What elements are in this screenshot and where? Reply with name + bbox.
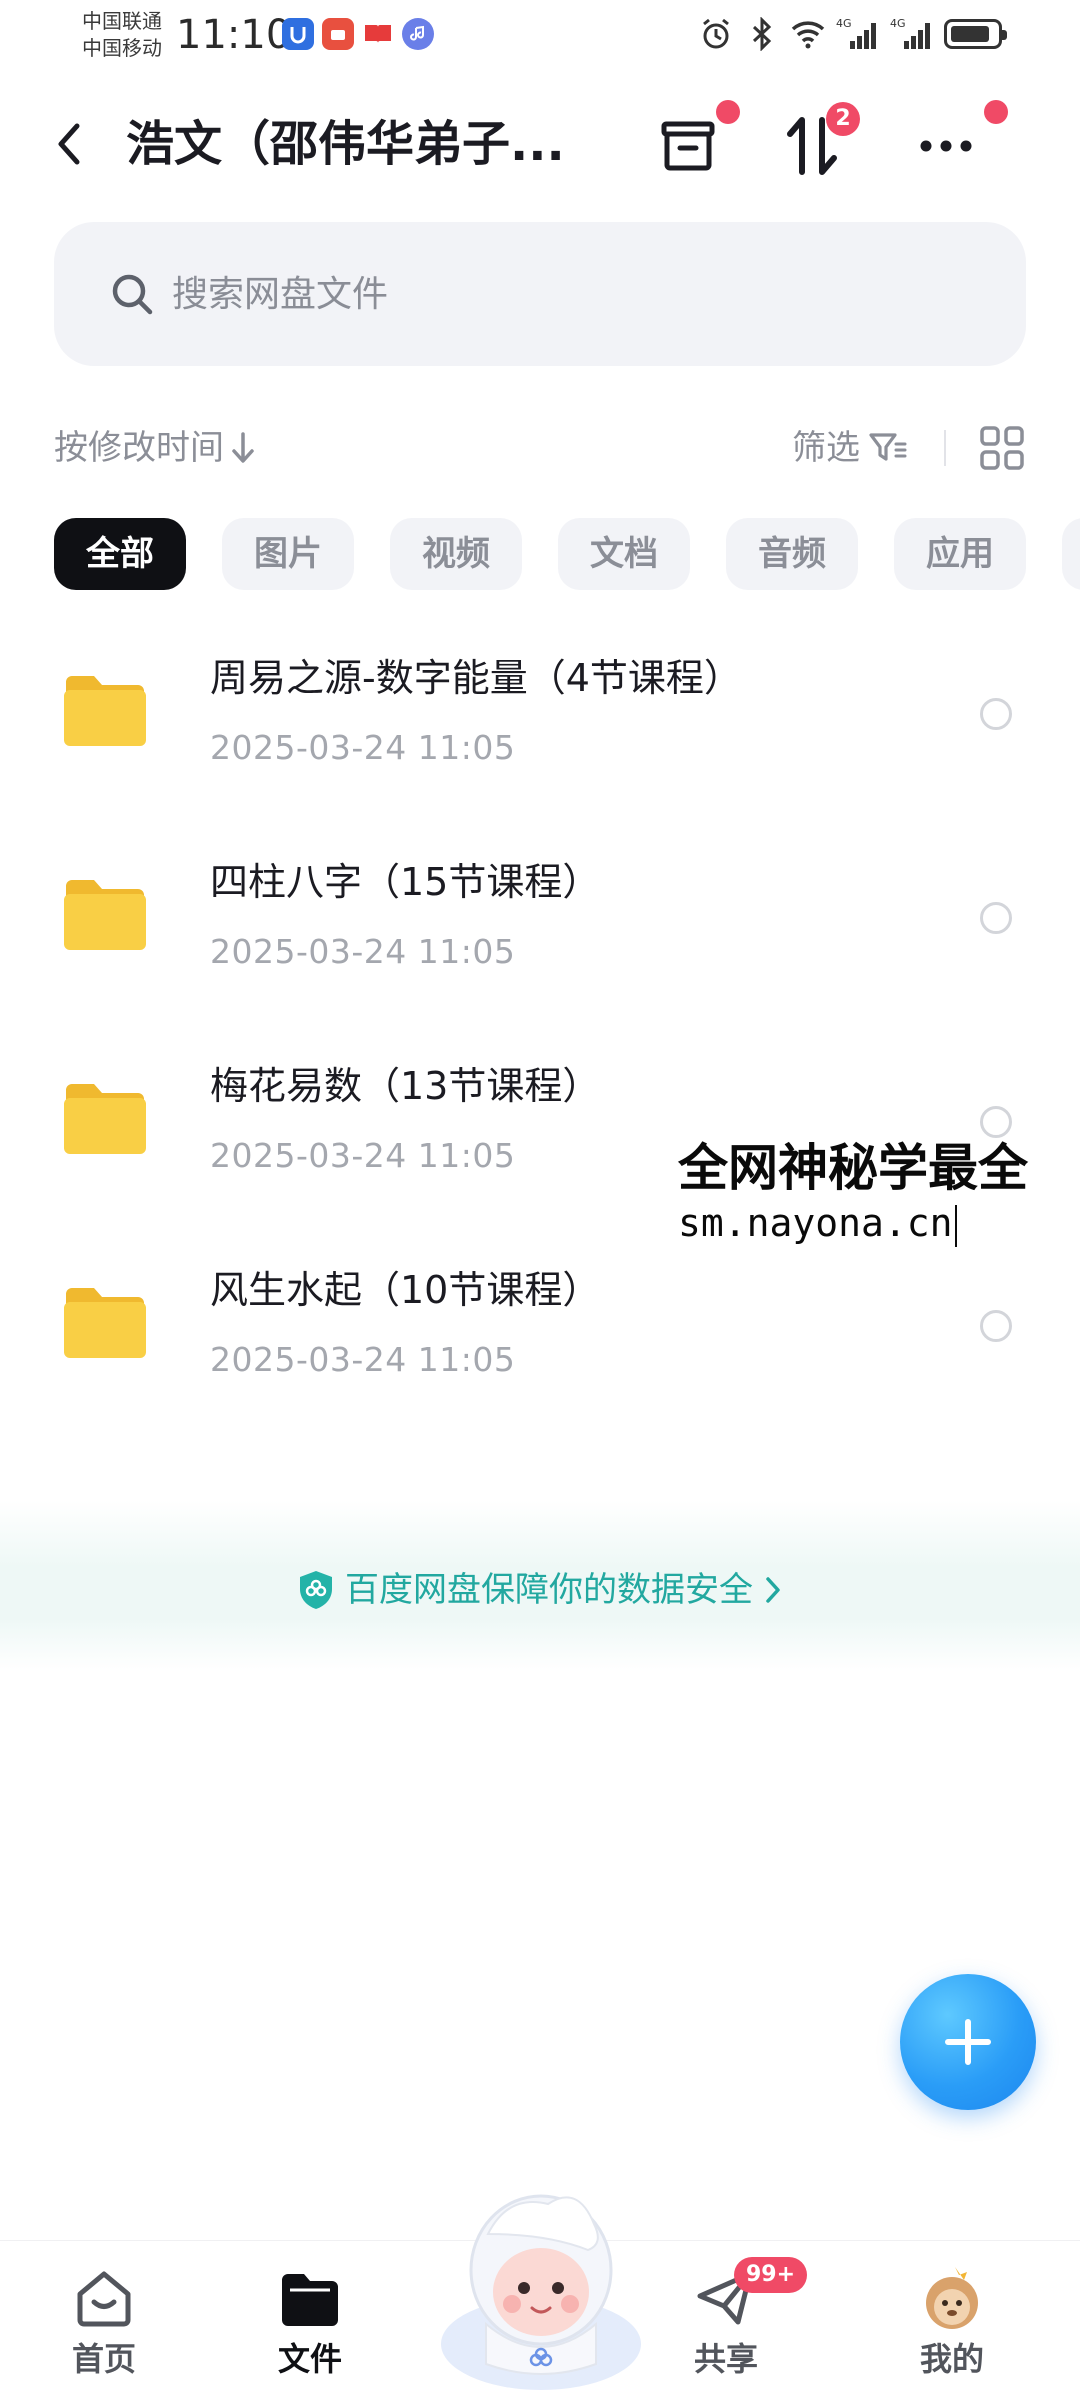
- text-cursor: [954, 1204, 957, 1247]
- recycle-bin-button[interactable]: [652, 100, 740, 182]
- carrier-1: 中国联通: [82, 9, 162, 33]
- network-type-1: 4G: [836, 17, 852, 30]
- folder-icon: [275, 2263, 345, 2333]
- sort-button[interactable]: 按修改时间: [54, 426, 256, 470]
- chevron-right-icon: [766, 1577, 780, 1603]
- list-item[interactable]: 周易之源-数字能量（4节课程） 2025-03-24 11:05: [0, 612, 1080, 816]
- nav-profile[interactable]: 我的: [882, 2263, 1022, 2393]
- chip-documents[interactable]: 文档: [558, 518, 690, 590]
- search-bar[interactable]: [54, 222, 1026, 366]
- chip-more[interactable]: [1062, 518, 1080, 590]
- folder-icon: [64, 1084, 146, 1154]
- system-indicators: 4G 4G: [698, 16, 1007, 52]
- folder-icon: [64, 676, 146, 746]
- add-button[interactable]: [900, 1974, 1036, 2110]
- mascot-assistant-button[interactable]: [428, 2174, 654, 2400]
- notification-dot: [716, 100, 740, 124]
- file-date: 2025-03-24 11:05: [210, 932, 516, 971]
- divider: [944, 430, 946, 466]
- network-type-2: 4G: [890, 17, 906, 30]
- share-count-badge: 99+: [734, 2257, 808, 2293]
- category-chips: 全部 图片 视频 文档 音频 应用: [54, 518, 1080, 590]
- nav-label-share: 共享: [693, 2340, 758, 2378]
- archive-box-icon: [661, 121, 715, 171]
- select-checkbox[interactable]: [980, 1310, 1012, 1342]
- nav-share[interactable]: 共享 99+: [656, 2257, 808, 2393]
- wifi-icon: [790, 16, 826, 52]
- chip-audio[interactable]: 音频: [726, 518, 858, 590]
- list-item[interactable]: 风生水起（10节课程） 2025-03-24 11:05: [0, 1224, 1080, 1428]
- page-title: 浩文（邵伟华弟子...: [126, 116, 565, 172]
- signal-icon-2: 4G: [890, 16, 934, 52]
- arrow-down-icon: [232, 432, 254, 463]
- watermark-url-line: sm.nayona.cn: [678, 1198, 957, 1248]
- filter-label: 筛选: [792, 428, 860, 468]
- chip-images[interactable]: 图片: [222, 518, 354, 590]
- shopping-app-icon: [322, 18, 354, 50]
- battery-icon: [944, 19, 1007, 49]
- watermark-overlay: 全网神秘学最全 sm.nayona.cn: [672, 1138, 1080, 1250]
- transfer-count-badge: 2: [826, 102, 860, 136]
- nav-label-home: 首页: [71, 2340, 136, 2378]
- notification-dot: [984, 100, 1008, 124]
- file-name: 周易之源-数字能量（4节课程）: [210, 656, 742, 700]
- watermark-title: 全网神秘学最全: [678, 1139, 1028, 1197]
- file-name: 梅花易数（13节课程）: [210, 1064, 601, 1108]
- chip-all[interactable]: 全部: [54, 518, 186, 590]
- mascot-icon: [441, 2194, 641, 2390]
- header-bar: 浩文（邵伟华弟子... 2: [0, 84, 1080, 204]
- file-name: 风生水起（10节课程）: [210, 1268, 601, 1312]
- transfer-button[interactable]: 2: [776, 102, 860, 182]
- select-checkbox[interactable]: [980, 1106, 1012, 1138]
- folder-icon: [64, 880, 146, 950]
- app-notification-icon: [282, 18, 314, 50]
- search-icon: [112, 274, 153, 315]
- book-app-icon: [362, 18, 394, 50]
- bluetooth-icon: [744, 16, 780, 52]
- status-bar: 中国联通 中国移动 11:10 4G 4G: [0, 0, 1080, 70]
- folder-icon: [64, 1288, 146, 1358]
- filter-icon: [869, 433, 907, 461]
- file-name: 四柱八字（15节课程）: [210, 860, 601, 904]
- carrier-info: 中国联通 中国移动: [82, 8, 162, 62]
- more-options-button[interactable]: [910, 100, 1008, 182]
- home-icon: [69, 2263, 139, 2333]
- avatar-icon: [917, 2263, 987, 2333]
- filter-button[interactable]: 筛选: [792, 426, 908, 470]
- security-text: 百度网盘保障你的数据安全: [345, 1570, 753, 1610]
- list-item[interactable]: 四柱八字（15节课程） 2025-03-24 11:05: [0, 816, 1080, 1020]
- nav-label-files: 文件: [277, 2340, 342, 2378]
- file-list: 周易之源-数字能量（4节课程） 2025-03-24 11:05 四柱八字（15…: [0, 612, 1080, 1428]
- music-app-icon: [402, 18, 434, 50]
- file-date: 2025-03-24 11:05: [210, 728, 516, 767]
- file-date: 2025-03-24 11:05: [210, 1136, 516, 1175]
- sort-label: 按修改时间: [54, 428, 224, 468]
- status-time: 11:10: [176, 12, 292, 58]
- file-date: 2025-03-24 11:05: [210, 1340, 516, 1379]
- chevron-left-icon: [58, 123, 80, 165]
- security-notice[interactable]: 百度网盘保障你的数据安全: [0, 1560, 1080, 1620]
- nav-files[interactable]: 文件: [240, 2263, 380, 2393]
- shield-icon: [300, 1571, 332, 1609]
- chip-apps[interactable]: 应用: [894, 518, 1026, 590]
- chip-videos[interactable]: 视频: [390, 518, 522, 590]
- notification-icons: [282, 18, 434, 50]
- plus-icon: [945, 2019, 991, 2065]
- back-button[interactable]: [40, 114, 100, 174]
- signal-icon-1: 4G: [836, 16, 880, 52]
- more-dots-icon: [920, 140, 972, 152]
- nav-home[interactable]: 首页: [34, 2263, 174, 2393]
- nav-label-profile: 我的: [919, 2340, 984, 2378]
- watermark-url: sm.nayona.cn: [678, 1201, 953, 1245]
- grid-view-icon[interactable]: [978, 424, 1026, 472]
- sort-filter-row: 按修改时间 筛选: [54, 420, 1026, 476]
- alarm-icon: [698, 16, 734, 52]
- select-checkbox[interactable]: [980, 902, 1012, 934]
- select-checkbox[interactable]: [980, 698, 1012, 730]
- search-input[interactable]: [172, 264, 972, 324]
- carrier-2: 中国移动: [82, 36, 162, 60]
